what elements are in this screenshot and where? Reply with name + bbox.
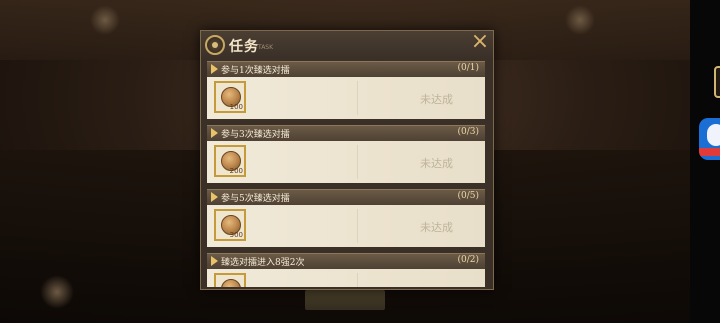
divider [357, 81, 358, 115]
app-shortcut-icon[interactable] [699, 118, 720, 160]
task-body: 200 未达成 [207, 141, 485, 183]
task-item: 臻选对擂进入8强2次 (0/2) [207, 253, 485, 287]
task-name: 臻选对擂进入8强2次 [221, 258, 305, 268]
task-item: 参与3次臻选对擂 (0/3) 200 未达成 [207, 125, 485, 189]
task-body [207, 269, 485, 287]
task-progress: (0/3) [457, 127, 479, 137]
task-progress: (0/5) [457, 191, 479, 201]
reward-amount: 300 [229, 231, 243, 239]
task-progress: (0/2) [457, 255, 479, 265]
task-emblem-icon [205, 35, 225, 55]
background-lamp [90, 5, 120, 35]
task-body: 300 未达成 [207, 205, 485, 247]
app-shortcut-glyph [707, 124, 720, 146]
app-shortcut-stripe [699, 148, 720, 156]
task-body: 100 未达成 [207, 77, 485, 119]
task-name: 参与1次臻选对擂 [221, 66, 290, 76]
reward-slot[interactable] [214, 273, 246, 287]
task-header-bar: 参与3次臻选对擂 (0/3) [207, 125, 485, 141]
background-button [305, 290, 385, 310]
triangle-arrow-icon [211, 192, 218, 202]
task-item: 参与5次臻选对擂 (0/5) 300 未达成 [207, 189, 485, 253]
task-name: 参与5次臻选对擂 [221, 194, 290, 204]
close-icon[interactable]: × [469, 31, 491, 53]
reward-slot[interactable]: 100 [214, 81, 246, 113]
task-status: 未达成 [420, 157, 453, 170]
divider [357, 209, 358, 243]
triangle-arrow-icon [211, 64, 218, 74]
task-item: 参与1次臻选对擂 (0/1) 100 未达成 [207, 61, 485, 125]
coin-icon [221, 279, 241, 287]
side-menu-button[interactable] [714, 66, 720, 98]
divider [357, 145, 358, 179]
panel-subtitle: TASK [258, 44, 274, 51]
side-dock [690, 0, 720, 323]
divider [357, 273, 358, 287]
reward-amount: 100 [229, 103, 243, 111]
triangle-arrow-icon [211, 256, 218, 266]
task-panel: 任务 TASK × 参与1次臻选对擂 (0/1) 100 未达成 参与3次臻选对… [200, 30, 494, 290]
task-header-bar: 参与5次臻选对擂 (0/5) [207, 189, 485, 205]
task-header-bar: 臻选对擂进入8强2次 (0/2) [207, 253, 485, 269]
panel-header: 任务 TASK × [201, 31, 493, 59]
task-header-bar: 参与1次臻选对擂 (0/1) [207, 61, 485, 77]
task-list[interactable]: 参与1次臻选对擂 (0/1) 100 未达成 参与3次臻选对擂 (0/3) 20… [207, 61, 485, 287]
reward-amount: 200 [229, 167, 243, 175]
task-progress: (0/1) [457, 63, 479, 73]
triangle-arrow-icon [211, 128, 218, 138]
task-status: 未达成 [420, 221, 453, 234]
panel-title: 任务 [229, 39, 259, 55]
background-lamp [565, 5, 595, 35]
task-name: 参与3次臻选对擂 [221, 130, 290, 140]
reward-slot[interactable]: 200 [214, 145, 246, 177]
reward-slot[interactable]: 300 [214, 209, 246, 241]
background-lamp [40, 275, 74, 309]
task-status: 未达成 [420, 93, 453, 106]
